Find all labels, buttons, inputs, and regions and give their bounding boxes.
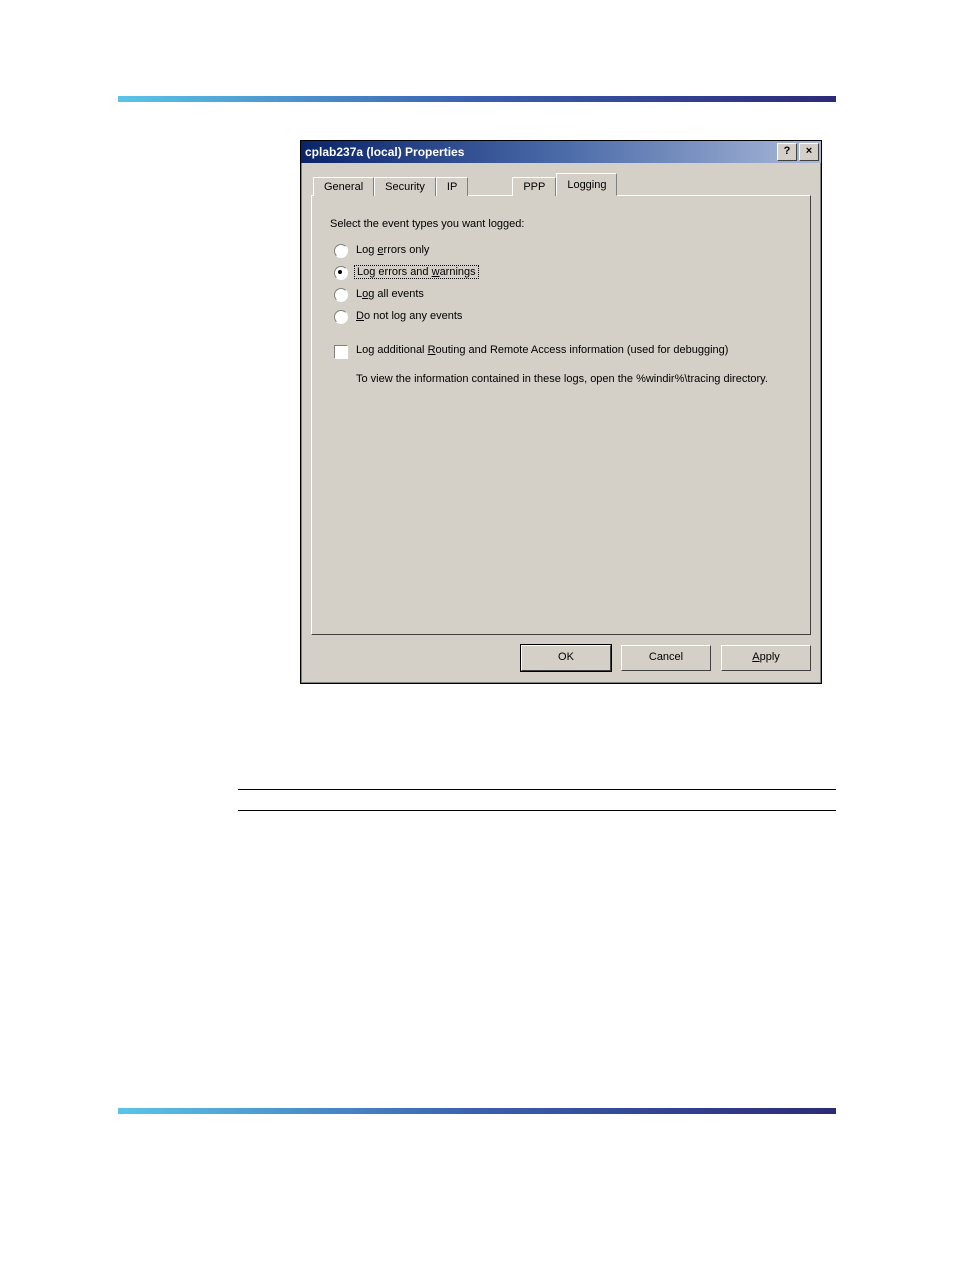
tab-ip[interactable]: IP (436, 177, 468, 196)
horizontal-rule (238, 810, 836, 811)
tabs-row: General Security IP AAA PPP Logging (313, 173, 811, 195)
apply-button[interactable]: Apply (721, 645, 811, 671)
help-button[interactable]: ? (777, 143, 797, 161)
tab-general[interactable]: General (313, 177, 374, 196)
tab-ppp[interactable]: PPP (512, 177, 556, 196)
radio-label: Log all events (356, 288, 424, 300)
radio-log-all-events[interactable]: Log all events (334, 288, 796, 302)
close-button[interactable]: × (799, 143, 819, 161)
horizontal-rule (238, 789, 836, 790)
header-gradient-bar (118, 96, 836, 102)
tab-logging[interactable]: Logging (556, 173, 617, 196)
radio-log-errors-and-warnings[interactable]: Log errors and warnings (334, 266, 796, 280)
checkbox-additional-routing-info[interactable]: Log additional Routing and Remote Access… (334, 344, 796, 359)
radio-do-not-log[interactable]: Do not log any events (334, 310, 796, 324)
radio-icon (334, 310, 348, 324)
checkbox-icon (334, 345, 348, 359)
tab-security[interactable]: Security (374, 177, 436, 196)
cancel-button[interactable]: Cancel (621, 645, 711, 671)
properties-dialog: cplab237a (local) Properties ? × General… (300, 140, 822, 684)
ok-button[interactable]: OK (521, 645, 611, 671)
radio-label: Log errors and warnings (354, 265, 479, 279)
titlebar[interactable]: cplab237a (local) Properties ? × (301, 141, 821, 163)
dialog-buttons: OK Cancel Apply (311, 645, 811, 671)
window-title: cplab237a (local) Properties (305, 145, 775, 159)
info-text: To view the information contained in the… (356, 373, 776, 385)
footer-gradient-bar (118, 1108, 836, 1114)
radio-icon (334, 288, 348, 302)
radio-log-errors-only[interactable]: Log errors only (334, 244, 796, 258)
tab-panel-logging: Select the event types you want logged: … (311, 195, 811, 635)
checkbox-label: Log additional Routing and Remote Access… (356, 344, 728, 356)
radio-icon (334, 266, 348, 280)
client-area: General Security IP AAA PPP Logging Sele… (301, 163, 821, 683)
radio-icon (334, 244, 348, 258)
radio-label: Do not log any events (356, 310, 462, 322)
instruction-text: Select the event types you want logged: (330, 218, 796, 230)
radio-label: Log errors only (356, 244, 429, 256)
